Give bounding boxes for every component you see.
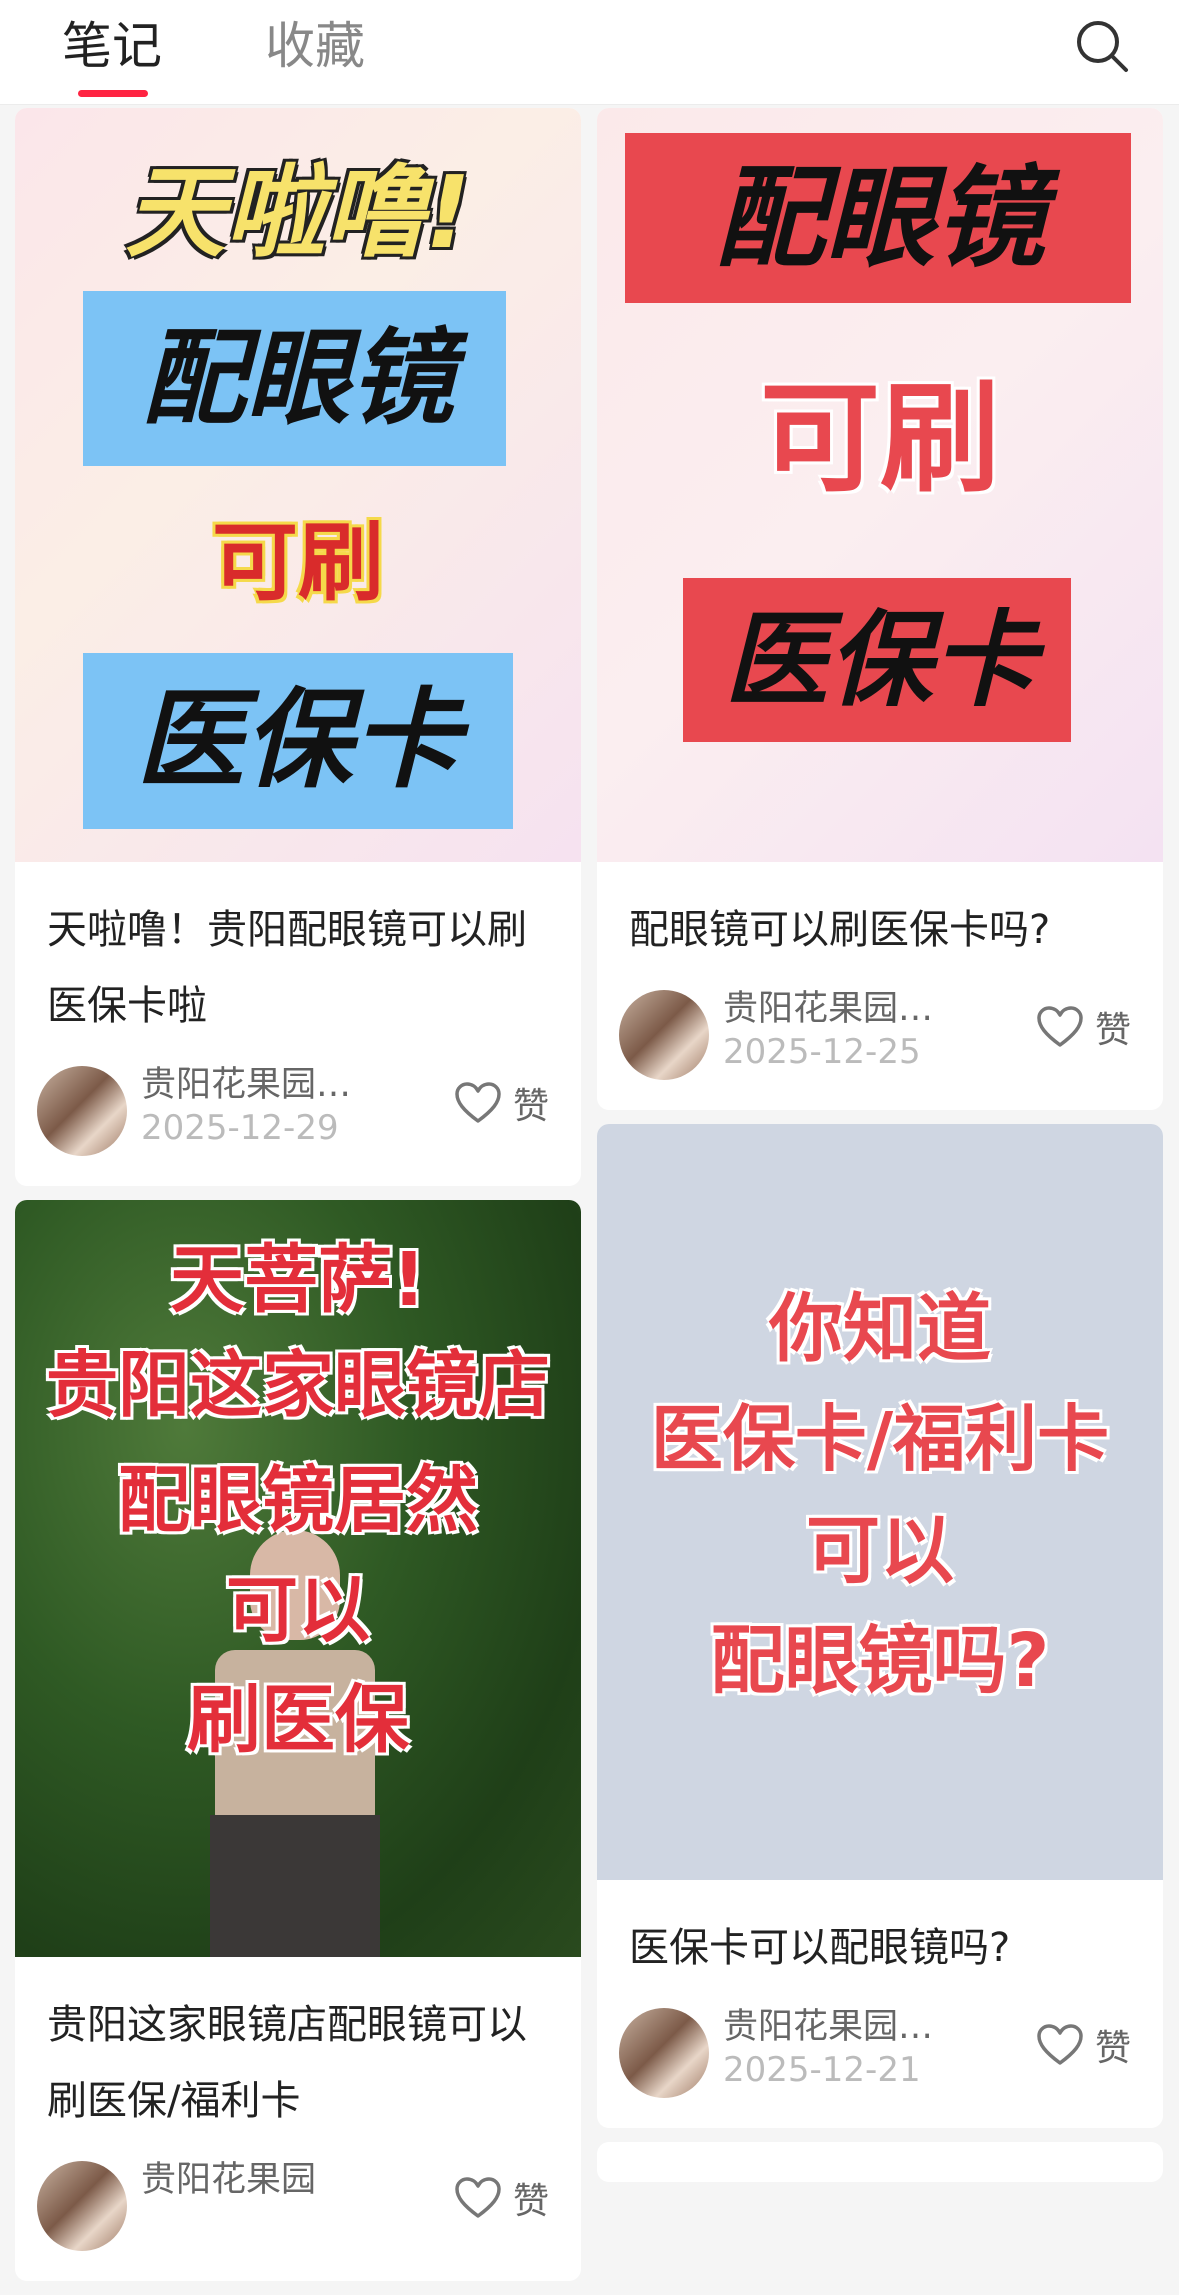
note-card[interactable]: 配眼镜 可刷 医保卡 配眼镜可以刷医保卡吗? 贵阳花果园… 2025-12-25…	[597, 108, 1163, 1110]
tab-notes[interactable]: 笔记	[62, 16, 162, 76]
note-cover[interactable]: 你知道 医保卡/福利卡 可以 配眼镜吗?	[597, 1124, 1163, 1880]
search-icon	[1077, 21, 1128, 72]
post-date: 2025-12-21	[723, 2050, 921, 2090]
feed-column-right: 配眼镜 可刷 医保卡 配眼镜可以刷医保卡吗? 贵阳花果园… 2025-12-25…	[597, 108, 1163, 2196]
feed-column-left: 天啦噜! 配眼镜 可刷 医保卡 天啦噜！贵阳配眼镜可以刷医保卡啦 贵阳花果园… …	[15, 108, 581, 2295]
like-label: 赞	[512, 1086, 549, 1127]
author-name[interactable]: 贵阳花果园…	[723, 1998, 933, 2049]
note-card[interactable]: 天菩萨! 贵阳这家眼镜店 配眼镜居然 可以 刷医保 贵阳这家眼镜店配眼镜可以刷医…	[15, 1200, 581, 2281]
cover-subline: 配眼镜吗?	[710, 1618, 1050, 1704]
note-card[interactable]	[597, 2142, 1163, 2182]
like-button[interactable]: 赞	[455, 2173, 549, 2223]
search-button[interactable]	[1072, 16, 1132, 76]
note-title: 天啦噜！贵阳配眼镜可以刷医保卡啦	[47, 907, 527, 1029]
like-button[interactable]: 赞	[1037, 2020, 1131, 2070]
heart-icon	[1037, 1006, 1083, 1047]
cover-subline: 配眼镜	[141, 317, 454, 439]
avatar[interactable]	[37, 2161, 127, 2251]
heart-icon	[1037, 2024, 1083, 2065]
note-cover[interactable]: 天啦噜! 配眼镜 可刷 医保卡	[15, 108, 581, 862]
note-cover[interactable]: 配眼镜 可刷 医保卡	[597, 108, 1163, 862]
note-card[interactable]: 你知道 医保卡/福利卡 可以 配眼镜吗? 医保卡可以配眼镜吗? 贵阳花果园… 2…	[597, 1124, 1163, 2128]
avatar[interactable]	[37, 1066, 127, 1156]
cover-subline: 刷医保	[187, 1677, 409, 1763]
cover-subline: 可刷	[760, 370, 1000, 509]
note-title: 配眼镜可以刷医保卡吗?	[629, 907, 1051, 953]
author-name[interactable]: 贵阳花果园…	[141, 1056, 351, 1107]
author-name[interactable]: 贵阳花果园…	[723, 980, 933, 1031]
cover-subline: 贵阳这家眼镜店	[45, 1343, 550, 1427]
heart-icon	[455, 1082, 501, 1123]
tab-favorites[interactable]: 收藏	[265, 16, 365, 76]
post-date: 2025-12-29	[141, 1108, 339, 1148]
heart-icon	[455, 2177, 501, 2218]
note-cover[interactable]: 天菩萨! 贵阳这家眼镜店 配眼镜居然 可以 刷医保	[15, 1200, 581, 1957]
cover-headline: 天啦噜!	[125, 154, 471, 271]
note-card[interactable]: 天啦噜! 配眼镜 可刷 医保卡 天啦噜！贵阳配眼镜可以刷医保卡啦 贵阳花果园… …	[15, 108, 581, 1186]
avatar[interactable]	[619, 2008, 709, 2098]
author-name[interactable]: 贵阳花果园	[141, 2151, 316, 2202]
cover-subline: 医保卡/福利卡	[650, 1397, 1110, 1481]
like-button[interactable]: 赞	[1037, 1002, 1131, 1052]
active-tab-indicator	[78, 90, 148, 97]
note-title: 贵阳这家眼镜店配眼镜可以刷医保/福利卡	[47, 2002, 527, 2124]
like-button[interactable]: 赞	[455, 1078, 549, 1128]
post-date: 2025-12-25	[723, 1032, 921, 1072]
cover-subline: 医保卡	[135, 678, 460, 803]
cover-subline: 可刷	[212, 513, 384, 613]
cover-subline: 可以	[806, 1508, 954, 1594]
note-title: 医保卡可以配眼镜吗?	[629, 1925, 1011, 1971]
like-label: 赞	[512, 2181, 549, 2222]
top-bar: 笔记 收藏	[0, 0, 1179, 105]
avatar[interactable]	[619, 990, 709, 1080]
like-label: 赞	[1094, 1010, 1131, 1051]
cover-headline: 配眼镜	[715, 154, 1045, 282]
cover-subline: 配眼镜居然	[117, 1458, 478, 1542]
like-label: 赞	[1094, 2028, 1131, 2069]
cover-headline: 天菩萨!	[170, 1237, 426, 1323]
cover-headline: 你知道	[769, 1286, 991, 1372]
cover-subline: 可以	[225, 1568, 370, 1652]
cover-subline: 医保卡	[723, 599, 1036, 721]
